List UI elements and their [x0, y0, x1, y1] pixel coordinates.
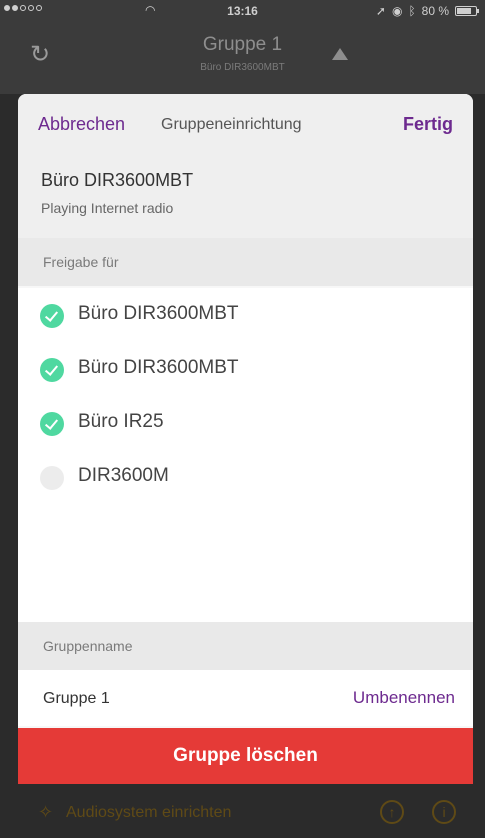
- share-section-header: Freigabe für: [18, 238, 473, 286]
- bluetooth-icon: ᛒ: [408, 4, 416, 18]
- group-name-section-label: Gruppenname: [43, 638, 133, 654]
- app-header: ↻ Gruppe 1 Büro DIR3600MBT: [0, 22, 485, 94]
- delete-group-button[interactable]: Gruppe löschen: [18, 728, 473, 784]
- share-item-label: Büro DIR3600MBT: [78, 303, 239, 324]
- checkmark-icon[interactable]: [40, 304, 64, 328]
- battery-icon: [455, 6, 479, 16]
- group-name-row: Gruppe 1 Umbenennen: [18, 670, 473, 726]
- share-list: Büro DIR3600MBT Büro DIR3600MBT Büro IR2…: [18, 288, 473, 622]
- device-name: Büro DIR3600MBT: [41, 170, 194, 190]
- share-section-label: Freigabe für: [43, 254, 119, 270]
- checkmark-icon[interactable]: [40, 412, 64, 436]
- current-device: Büro DIR3600MBT Playing Internet radio: [18, 156, 473, 238]
- group-subtitle: Büro DIR3600MBT: [200, 62, 285, 73]
- share-item-label: DIR3600M: [78, 465, 169, 486]
- checkmark-icon[interactable]: [40, 358, 64, 382]
- audio-setup-link[interactable]: Audiosystem einrichten: [66, 804, 231, 822]
- rename-button[interactable]: Umbenennen: [353, 688, 455, 708]
- location-icon: ➚: [375, 4, 386, 18]
- bottom-bar: ✧ Audiosystem einrichten ↑ i: [0, 784, 485, 838]
- status-bar: ◠ 13:16 ➚ ◉ ᛒ 80 %: [0, 0, 485, 22]
- share-list-item[interactable]: Büro DIR3600MBT: [18, 288, 473, 342]
- device-status: Playing Internet radio: [41, 200, 174, 216]
- group-name-value: Gruppe 1: [43, 690, 110, 707]
- group-setup-sheet: Abbrechen Gruppeneinrichtung Fertig Büro…: [18, 94, 473, 784]
- battery-percentage: 80 %: [421, 4, 449, 18]
- info-icon[interactable]: i: [432, 800, 456, 824]
- sheet-title: Gruppeneinrichtung: [161, 116, 302, 133]
- group-title: Gruppe 1: [202, 34, 283, 55]
- unchecked-circle-icon[interactable]: [40, 466, 64, 490]
- share-list-item[interactable]: Büro IR25: [18, 396, 473, 450]
- cancel-button[interactable]: Abbrechen: [38, 114, 125, 135]
- alarm-icon: ◉: [391, 4, 403, 18]
- share-item-label: Büro IR25: [78, 411, 164, 432]
- share-list-item[interactable]: Büro DIR3600MBT: [18, 342, 473, 396]
- group-name-section-header: Gruppenname: [18, 622, 473, 670]
- share-list-item[interactable]: DIR3600M: [18, 450, 473, 504]
- share-item-label: Büro DIR3600MBT: [78, 357, 239, 378]
- magic-wand-icon: ✧: [38, 802, 54, 822]
- done-button[interactable]: Fertig: [403, 114, 453, 135]
- eject-icon[interactable]: [332, 48, 348, 60]
- upload-icon[interactable]: ↑: [380, 800, 404, 824]
- status-right: ➚ ◉ ᛒ 80 %: [375, 4, 479, 18]
- sheet-header: Abbrechen Gruppeneinrichtung Fertig: [18, 94, 473, 156]
